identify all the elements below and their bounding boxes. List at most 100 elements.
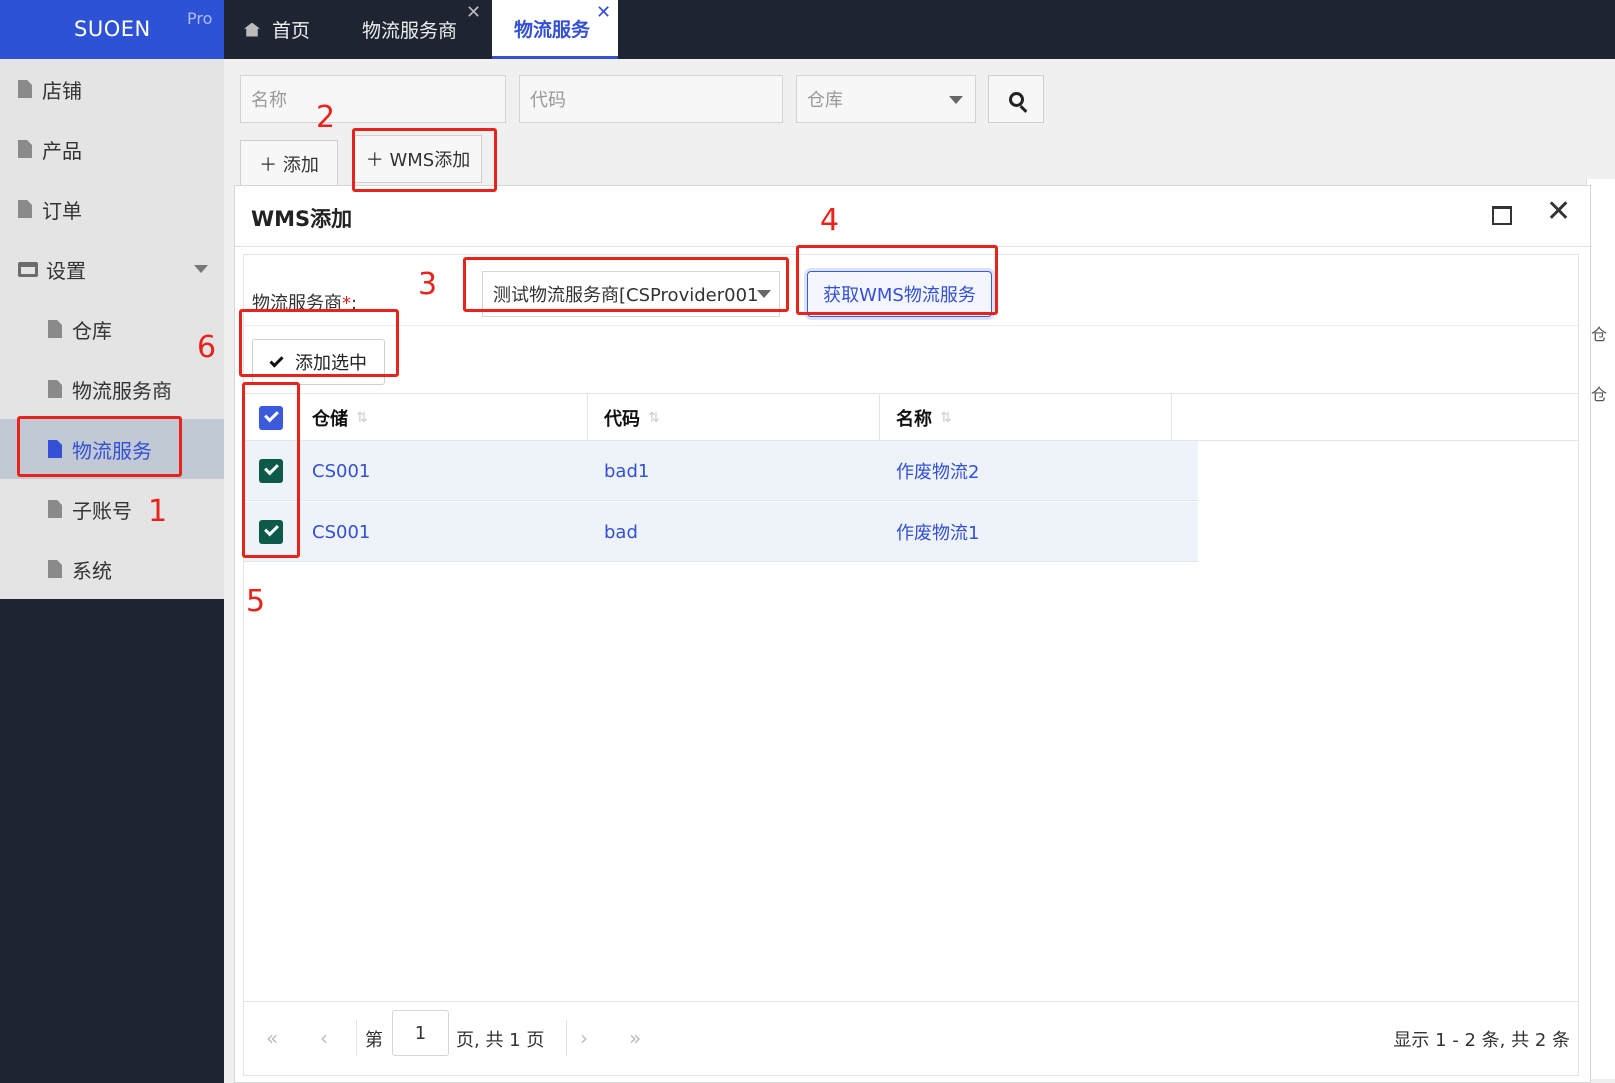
caret-down-icon — [757, 290, 771, 298]
annotation-number: 6 — [197, 330, 217, 365]
file-icon — [48, 560, 62, 578]
close-icon[interactable]: ✕ — [596, 2, 611, 23]
tab-logistics-service[interactable]: 物流服务 ✕ — [492, 0, 618, 59]
file-icon — [18, 140, 32, 158]
cell-warehouse: CS001 — [312, 521, 371, 543]
sidebar-item-sub-account[interactable]: 子账号 — [0, 479, 224, 539]
pagination-info: 显示 1 - 2 条, 共 2 条 — [1393, 1030, 1570, 1051]
sidebar-item-label: 产品 — [42, 138, 82, 163]
next-page-icon[interactable]: › — [580, 1026, 588, 1050]
tab-label: 首页 — [272, 20, 311, 42]
provider-label: 物流服务商*: — [252, 289, 357, 315]
sidebar: SUOEN Pro 店铺 产品 订单 设置 仓库 物流服务商 物流服务 子账号 … — [0, 0, 224, 1083]
column-header-code[interactable]: 代码 ⇅ — [588, 394, 880, 442]
search-button[interactable] — [988, 75, 1044, 123]
sidebar-item-label: 店铺 — [42, 78, 82, 103]
name-filter-input[interactable]: 名称 — [240, 75, 506, 123]
select-all-checkbox[interactable] — [259, 406, 283, 430]
column-header-label: 仓储 — [312, 409, 348, 430]
warehouse-select[interactable]: 仓库 — [796, 75, 976, 123]
cell-code: bad1 — [604, 460, 650, 482]
sidebar-item-system[interactable]: 系统 — [0, 539, 224, 599]
home-icon — [244, 22, 260, 37]
sidebar-item-label: 物流服务商 — [72, 378, 172, 403]
sidebar-menu: 店铺 产品 订单 设置 仓库 物流服务商 物流服务 子账号 系统 — [0, 59, 224, 599]
search-icon — [1008, 91, 1024, 107]
sidebar-item-settings[interactable]: 设置 — [0, 239, 224, 299]
add-selected-button[interactable]: 添加选中 — [252, 339, 385, 385]
tab-label: 物流服务 — [514, 18, 591, 41]
brand-badge: Pro — [187, 9, 213, 28]
fetch-wms-services-button[interactable]: 获取WMS物流服务 — [807, 271, 992, 317]
pagination: « ‹ 第 1 页, 共 1 页 › » 显示 1 - 2 条, 共 2 条 — [244, 1001, 1578, 1075]
column-header-label: 代码 — [604, 409, 640, 430]
check-icon — [269, 352, 284, 368]
page-suffix: 页, 共 1 页 — [456, 1030, 545, 1051]
cell-code: bad — [604, 521, 638, 543]
column-header-name[interactable]: 名称 ⇅ — [880, 394, 1172, 442]
annotation-number: 4 — [820, 203, 840, 238]
annotation-number: 5 — [246, 584, 266, 619]
brand-name: SUOEN — [74, 17, 151, 41]
provider-select[interactable]: 测试物流服务商[CSProvider001 — [482, 271, 780, 317]
dialog-title: WMS添加 — [251, 207, 353, 231]
sidebar-item-shop[interactable]: 店铺 — [0, 59, 224, 119]
table-row[interactable]: CS001 bad 作废物流1 — [244, 502, 1198, 562]
warehouse-select-placeholder: 仓库 — [807, 90, 843, 111]
sort-icon: ⇅ — [648, 410, 660, 426]
sidebar-item-logistics-service[interactable]: 物流服务 — [0, 419, 224, 479]
first-page-icon[interactable]: « — [266, 1026, 278, 1050]
prev-page-icon[interactable]: ‹ — [320, 1026, 328, 1050]
provider-select-value: 测试物流服务商[CSProvider001 — [493, 285, 759, 306]
sidebar-item-label: 设置 — [46, 258, 86, 283]
last-page-icon[interactable]: » — [629, 1026, 641, 1050]
sidebar-item-label: 系统 — [72, 558, 112, 583]
table-header: 仓储 ⇅ 代码 ⇅ 名称 ⇅ — [244, 393, 1578, 442]
file-icon — [18, 200, 32, 218]
divider — [235, 246, 1592, 247]
maximize-icon[interactable] — [1492, 206, 1512, 225]
row-checkbox[interactable] — [259, 520, 283, 544]
file-icon — [18, 80, 32, 98]
sidebar-item-products[interactable]: 产品 — [0, 119, 224, 179]
page-prefix: 第 — [365, 1030, 383, 1051]
row-checkbox[interactable] — [259, 459, 283, 483]
cell-name: 作废物流2 — [896, 462, 980, 483]
brand-logo[interactable]: SUOEN Pro — [0, 0, 224, 59]
add-button[interactable]: ＋ 添加 — [240, 140, 338, 188]
sort-icon: ⇅ — [940, 410, 952, 426]
chevron-down-icon — [194, 265, 208, 273]
dialog-panel: 物流服务商*: 测试物流服务商[CSProvider001 获取WMS物流服务 … — [243, 254, 1579, 1076]
sidebar-item-label: 物流服务 — [72, 438, 152, 463]
caret-down-icon — [949, 96, 963, 104]
divider — [566, 1020, 567, 1056]
divider — [244, 325, 1578, 326]
table-row[interactable]: CS001 bad1 作废物流2 — [244, 441, 1198, 501]
sidebar-item-label: 子账号 — [72, 498, 132, 523]
column-header-label: 名称 — [896, 409, 932, 430]
cell-warehouse: CS001 — [312, 460, 371, 482]
row-action-icon[interactable]: 仓 — [1591, 321, 1607, 345]
file-icon — [48, 440, 62, 458]
wms-add-button[interactable]: ＋ WMS添加 — [354, 135, 482, 183]
wms-add-dialog: WMS添加 ✕ 物流服务商*: 测试物流服务商[CSProvider001 获取… — [234, 185, 1592, 1083]
close-icon[interactable]: ✕ — [1546, 197, 1571, 227]
sidebar-item-warehouse[interactable]: 仓库 — [0, 299, 224, 359]
annotation-number: 3 — [418, 267, 438, 302]
add-selected-label: 添加选中 — [295, 353, 367, 374]
close-icon[interactable]: ✕ — [466, 2, 481, 23]
column-header-warehouse[interactable]: 仓储 ⇅ — [296, 394, 588, 442]
tab-label: 物流服务商 — [362, 20, 458, 42]
sidebar-item-logistics-provider[interactable]: 物流服务商 — [0, 359, 224, 419]
annotation-number: 2 — [316, 100, 336, 135]
sidebar-item-orders[interactable]: 订单 — [0, 179, 224, 239]
tab-logistics-provider[interactable]: 物流服务商 ✕ — [362, 0, 482, 59]
row-action-icon[interactable]: 仓 — [1591, 381, 1607, 405]
page-number-input[interactable]: 1 — [392, 1010, 449, 1056]
tab-home[interactable]: 首页 — [244, 0, 344, 59]
provider-label-text: 物流服务商 — [252, 293, 342, 314]
code-filter-input[interactable]: 代码 — [519, 75, 783, 123]
file-icon — [48, 380, 62, 398]
label-colon: : — [351, 293, 358, 314]
file-icon — [48, 500, 62, 518]
